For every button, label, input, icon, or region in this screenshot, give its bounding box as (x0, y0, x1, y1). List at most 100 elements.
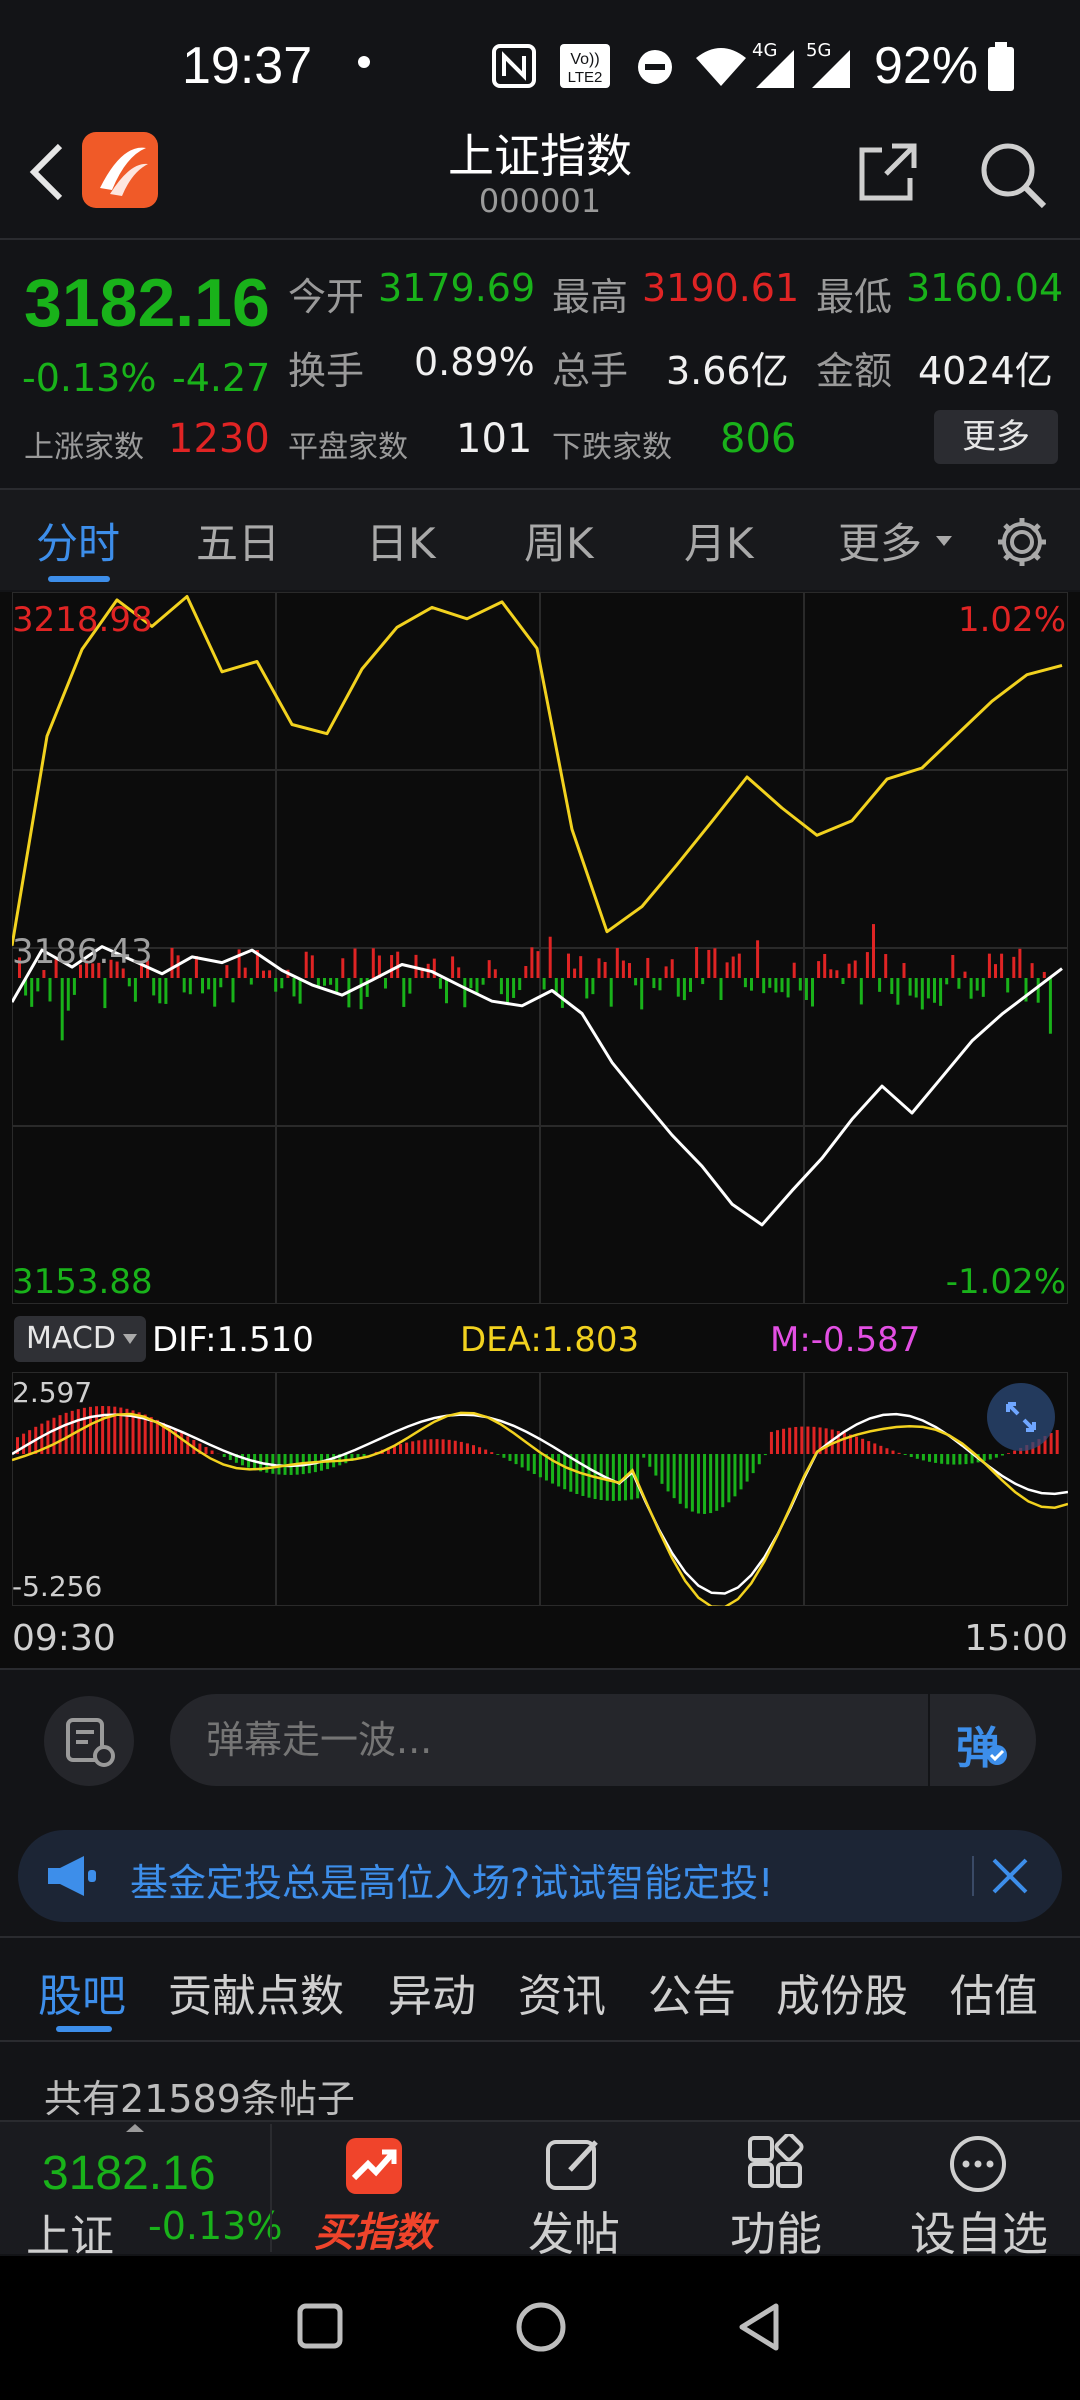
svg-text:LTE2: LTE2 (568, 69, 603, 86)
fullscreen-icon[interactable] (986, 1382, 1056, 1452)
nav-index-name[interactable]: 上证 (26, 2200, 114, 2264)
volume-bar-up (524, 966, 528, 978)
volume-bar-down (768, 978, 772, 988)
tab-daily-k[interactable]: 日K (366, 510, 436, 571)
home-icon[interactable] (514, 2300, 568, 2354)
tab-forum[interactable]: 股吧 (38, 1960, 126, 2024)
indicator-select[interactable]: MACD (14, 1316, 146, 1362)
volume-bar-up (1012, 956, 1016, 978)
macd-bar-up (180, 1432, 184, 1454)
macd-bar-down (642, 1454, 646, 1458)
volume-bar-down (890, 978, 894, 994)
m-value: M:-0.587 (770, 1320, 921, 1360)
macd-bar-up (64, 1412, 68, 1454)
macd-bar-up (490, 1452, 494, 1454)
share-icon[interactable] (856, 140, 920, 204)
macd-bar-down (952, 1454, 956, 1465)
close-icon[interactable] (990, 1856, 1030, 1896)
functions-icon[interactable] (746, 2134, 806, 2194)
volume-bar-down (542, 978, 546, 990)
volume-bar-down (719, 978, 723, 1001)
volume-bar-down (158, 978, 162, 1004)
macd-bar-down (958, 1454, 962, 1465)
divider (270, 2124, 272, 2252)
volume-bar-down (463, 978, 467, 1008)
back-nav-icon[interactable] (734, 2300, 784, 2354)
tab-anomalies[interactable]: 异动 (388, 1960, 476, 2024)
volume-bar-down (499, 978, 503, 995)
volume-bar-up (457, 967, 461, 978)
volume-bar-up (1042, 971, 1046, 978)
promo-banner[interactable]: 基金定投总是高位入场?试试智能定投! (18, 1830, 1062, 1922)
volume-bar-up (487, 960, 491, 978)
recents-icon[interactable] (296, 2302, 346, 2352)
macd-bar-down (739, 1454, 743, 1490)
macd-bar-up (861, 1438, 865, 1454)
macd-bar-down (903, 1454, 907, 1455)
macd-bar-up (824, 1428, 828, 1454)
macd-bar-up (95, 1406, 99, 1454)
macd-bar-down (757, 1454, 761, 1465)
volume-bar-down (926, 978, 930, 999)
macd-min-label: -5.256 (12, 1570, 103, 1603)
macd-bar-down (745, 1454, 749, 1482)
macd-bar-up (435, 1439, 439, 1454)
more-circle-icon[interactable] (948, 2134, 1008, 2194)
volume-bar-up (713, 948, 717, 978)
tab-intraday[interactable]: 分时 (36, 510, 120, 571)
tab-monthly-k[interactable]: 月K (684, 510, 754, 571)
tab-constituents[interactable]: 成份股 (776, 1960, 908, 2024)
high-label: 最高 (552, 275, 629, 319)
buy-index-icon[interactable] (344, 2136, 404, 2196)
more-button[interactable]: 更多 (934, 410, 1058, 464)
macd-bar-up (453, 1440, 457, 1454)
settings-icon[interactable] (994, 514, 1050, 570)
volume-bar-down (878, 978, 882, 992)
nav-functions[interactable]: 功能 (730, 2198, 822, 2264)
flat-count-label: 平盘家数 (288, 430, 408, 465)
danmaku-settings-icon (66, 1718, 115, 1767)
macd-bar-down (733, 1454, 737, 1497)
volume-bar-down (554, 978, 558, 994)
tab-weekly-k[interactable]: 周K (524, 510, 594, 571)
volume-bar-down (560, 978, 564, 1008)
macd-bar-up (769, 1431, 773, 1454)
macd-bar-up (82, 1407, 86, 1454)
nav-post[interactable]: 发帖 (528, 2198, 620, 2264)
macd-bar-up (22, 1433, 26, 1454)
volume-bar-up (621, 960, 625, 978)
volume-bar-up (573, 968, 577, 978)
volume-bar-down (652, 978, 656, 989)
compose-icon[interactable] (544, 2134, 604, 2194)
macd-bar-up (210, 1450, 214, 1454)
tab-valuation[interactable]: 估值 (950, 1960, 1038, 2024)
nav-pct[interactable]: -0.13% (148, 2204, 282, 2248)
macd-bar-up (143, 1414, 147, 1454)
nav-add-watchlist[interactable]: 设自选 (910, 2198, 1048, 2264)
volume-bar-up (725, 962, 729, 978)
down-count-value: 806 (720, 416, 797, 462)
volume-bar-up (304, 951, 308, 978)
tab-news[interactable]: 资讯 (518, 1960, 606, 2024)
macd-bar-up (399, 1444, 403, 1454)
danmaku-input-box[interactable]: 弹 (170, 1694, 1036, 1786)
macd-bar-up (107, 1406, 111, 1454)
volume-bar-down (316, 978, 320, 987)
macd-bar-up (842, 1432, 846, 1454)
volume-bar-up (792, 962, 796, 978)
volume-bar-down (762, 978, 766, 994)
svg-text:Vo)): Vo)) (570, 51, 599, 68)
volume-bar-down (682, 978, 686, 1001)
tab-contribution-points[interactable]: 贡献点数 (168, 1960, 344, 2024)
tab-announcements[interactable]: 公告 (648, 1960, 736, 2024)
search-icon[interactable] (978, 140, 1048, 210)
tab-five-day[interactable]: 五日 (196, 510, 280, 571)
danmaku-input[interactable] (206, 1712, 846, 1768)
volume-label: 总手 (552, 349, 629, 393)
nav-buy-index[interactable]: 买指数 (314, 2200, 434, 2258)
volte-icon: Vo))LTE2 (560, 44, 610, 88)
tab-more[interactable]: 更多 (838, 510, 922, 571)
danmaku-settings-button[interactable] (44, 1696, 134, 1786)
volume-bar-down (48, 978, 52, 1002)
nav-price[interactable]: 3182.16 (42, 2146, 216, 2201)
